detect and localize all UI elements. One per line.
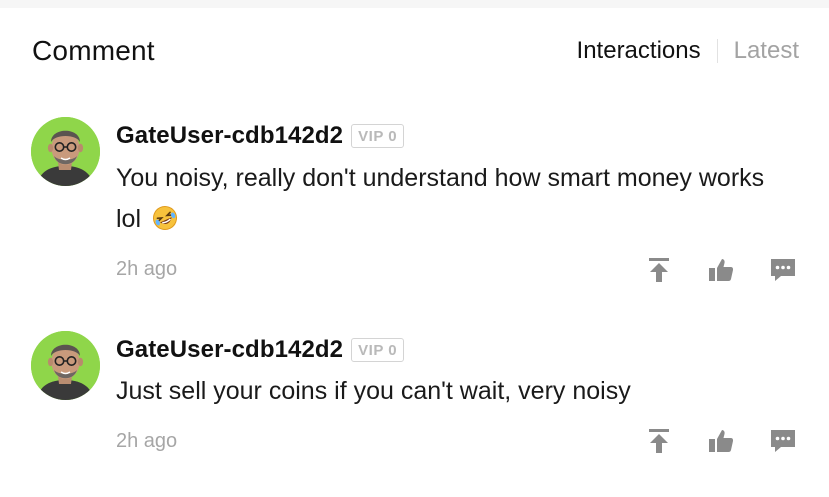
pin-icon: [649, 429, 669, 453]
username[interactable]: GateUser-cdb142d2: [116, 122, 343, 150]
avatar-image: [31, 331, 100, 400]
username[interactable]: GateUser-cdb142d2: [116, 336, 343, 364]
tab-divider: [716, 39, 718, 63]
comment-timestamp: 2h ago: [116, 430, 178, 452]
top-strip: [0, 0, 829, 8]
vip-badge: VIP 0: [351, 124, 405, 148]
reply-button[interactable]: [768, 426, 798, 456]
comment-actions: [640, 255, 800, 285]
thumbs-up-icon: [709, 430, 734, 452]
pin-button[interactable]: [644, 426, 674, 456]
comment-header: Comment Interactions Latest: [0, 8, 829, 92]
sort-tabs: Interactions Latest: [577, 37, 799, 65]
comment-body: You noisy, really don't understand how s…: [116, 164, 765, 233]
comment-body: Just sell your coins if you can't wait, …: [116, 377, 631, 405]
thumbs-up-icon: [709, 259, 734, 281]
comment-timestamp: 2h ago: [116, 258, 178, 280]
avatar[interactable]: [31, 117, 100, 186]
reply-icon: [771, 430, 795, 452]
comment-text: You noisy, really don't understand how s…: [116, 158, 796, 240]
username-row: GateUser-cdb142d2 VIP 0: [116, 336, 405, 364]
tab-interactions[interactable]: Interactions: [577, 37, 701, 65]
username-row: GateUser-cdb142d2 VIP 0: [116, 122, 405, 150]
tab-latest[interactable]: Latest: [734, 37, 799, 65]
vip-badge: VIP 0: [351, 338, 405, 362]
comment-actions: [640, 426, 800, 456]
avatar-image: [31, 117, 100, 186]
reply-icon: [771, 259, 795, 281]
avatar[interactable]: [31, 331, 100, 400]
like-button[interactable]: [706, 426, 736, 456]
pin-icon: [649, 258, 669, 282]
reply-button[interactable]: [768, 255, 798, 285]
section-title: Comment: [32, 35, 155, 66]
comment-text: Just sell your coins if you can't wait, …: [116, 371, 796, 412]
pin-button[interactable]: [644, 255, 674, 285]
rolling-on-floor-laughing-emoji: [152, 206, 177, 230]
like-button[interactable]: [706, 255, 736, 285]
